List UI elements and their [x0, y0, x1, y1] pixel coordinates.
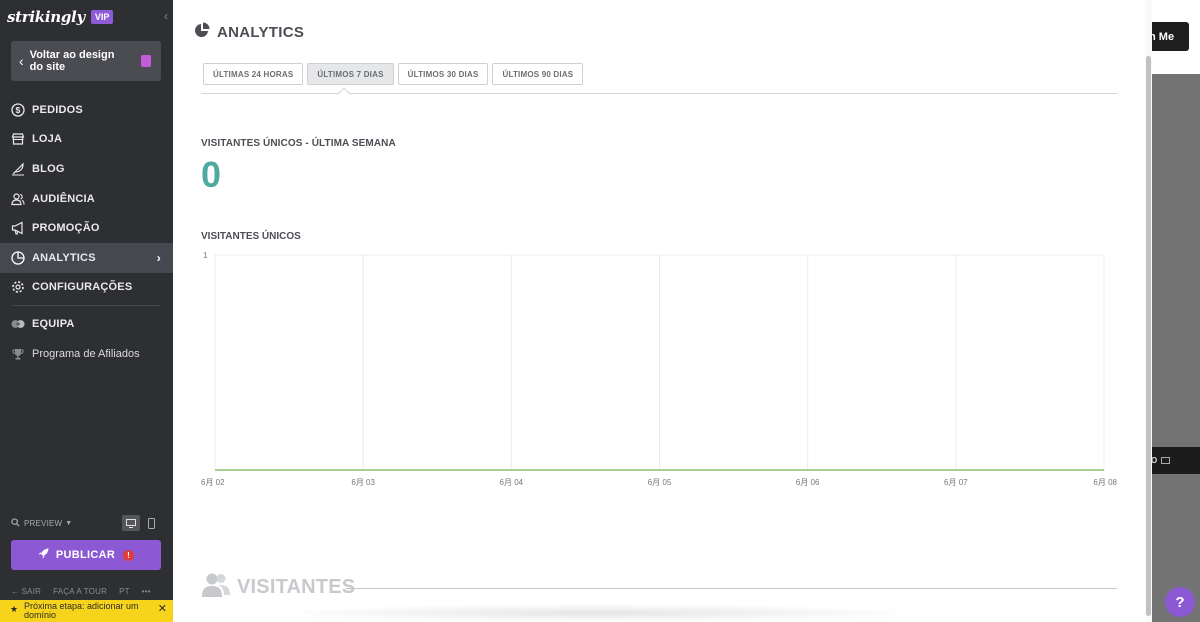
help-button[interactable]: ?: [1165, 587, 1195, 617]
mobile-preview-icon[interactable]: [142, 515, 160, 531]
sidebar-item-configuracoes[interactable]: CONFIGURAÇÕES: [0, 273, 173, 303]
chart-x-tick-label: 6月 04: [500, 478, 524, 487]
sidebar-nav: $ PEDIDOS LOJA BLOG AUDIÊNCIA PROMOÇÃO A…: [0, 95, 173, 368]
desktop-preview-icon[interactable]: [122, 515, 140, 531]
site-preview-backdrop: [1152, 0, 1200, 622]
pie-chart-icon: [194, 22, 217, 42]
chart-x-tick-label: 6月 06: [796, 478, 820, 487]
sidebar-item-afiliados[interactable]: Programa de Afiliados: [0, 339, 173, 369]
tab-24-hours[interactable]: ÚLTIMAS 24 HORAS: [203, 63, 304, 85]
chart-x-tick-label: 6月 02: [201, 478, 225, 487]
sidebar-item-pedidos[interactable]: $ PEDIDOS: [0, 95, 173, 125]
arrow-left-icon: ←: [11, 587, 20, 596]
dollar-circle-icon: $: [11, 103, 25, 117]
chart-x-tick-label: 6月 03: [351, 478, 375, 487]
active-tab-indicator: [338, 87, 350, 99]
feather-icon: [11, 162, 25, 176]
tour-link[interactable]: FAÇA A TOUR: [53, 587, 107, 596]
collapse-sidebar-icon[interactable]: ‹: [164, 9, 168, 23]
visitors-section-header: VISITANTES: [201, 572, 355, 603]
image-icon: [1161, 457, 1171, 464]
analytics-panel: ANALYTICS ÚLTIMAS 24 HORAS ÚLTIMOS 7 DIA…: [173, 0, 1150, 622]
sidebar-item-label: PROMOÇÃO: [32, 222, 100, 235]
sidebar-item-label: PEDIDOS: [32, 103, 83, 116]
unique-visitors-chart: 1 6月 02 6月 03 6月 04 6月 05 6月 06 6月 07 6月 08: [201, 251, 1118, 487]
caret-down-icon: ▼: [65, 519, 73, 527]
sidebar-item-label: BLOG: [32, 162, 65, 175]
visitors-section-divider: [346, 588, 1117, 589]
preview-dropdown[interactable]: PREVIEW: [24, 519, 62, 528]
language-link[interactable]: PT: [119, 587, 130, 596]
exit-link[interactable]: ← SAIR: [11, 587, 41, 596]
section-shadow: [273, 604, 923, 622]
tab-30-days[interactable]: ÚLTIMOS 30 DIAS: [397, 63, 489, 85]
unique-visitors-value: 0: [201, 154, 222, 195]
close-icon[interactable]: ✕: [158, 604, 167, 615]
publish-button[interactable]: PUBLICAR !: [11, 540, 161, 570]
next-step-label: Próxima etapa: adicionar um domínio: [24, 601, 139, 620]
star-icon: ★: [10, 604, 19, 614]
chevron-left-icon: ‹: [19, 53, 24, 69]
chart-x-tick-label: 6月 05: [648, 478, 672, 487]
visitors-section-title: VISITANTES: [237, 576, 356, 598]
svg-text:$: $: [16, 105, 21, 115]
site-thumbnail-icon: [141, 55, 151, 67]
sidebar-item-equipa[interactable]: EQUIPA: [0, 309, 173, 339]
tab-7-days[interactable]: ÚLTIMOS 7 DIAS: [307, 63, 394, 85]
warning-icon: !: [123, 549, 135, 561]
back-to-design-label: Voltar ao design do site: [29, 49, 115, 73]
trophy-icon: [11, 347, 25, 361]
more-menu-icon[interactable]: •••: [142, 587, 151, 596]
footer-links: ← SAIR FAÇA A TOUR PT •••: [11, 587, 166, 596]
date-range-tabs: ÚLTIMAS 24 HORAS ÚLTIMOS 7 DIAS ÚLTIMOS …: [203, 63, 584, 85]
megaphone-icon: [11, 221, 25, 235]
sidebar-header: strikingly VIP ‹: [0, 0, 173, 33]
publish-label: PUBLICAR: [55, 549, 116, 561]
tab-90-days[interactable]: ÚLTIMOS 90 DIAS: [492, 63, 584, 85]
next-step-banner[interactable]: ★ Próxima etapa: adicionar um domínio ✕: [0, 600, 173, 622]
people-icon: [11, 192, 25, 206]
sidebar-item-label: LOJA: [32, 133, 63, 146]
gear-icon: [11, 280, 25, 294]
users-icon: [201, 572, 231, 603]
sidebar-footer: PREVIEW ▼ PUBLICAR ! ← SAIR FAÇA A TOUR …: [0, 512, 173, 622]
chart-x-tick-label: 6月 07: [944, 478, 968, 487]
sidebar-item-label: CONFIGURAÇÕES: [32, 281, 133, 294]
store-icon: [11, 132, 25, 146]
scrollbar-thumb[interactable]: [1146, 56, 1151, 616]
exit-label: SAIR: [21, 587, 42, 596]
sidebar-item-label: Programa de Afiliados: [32, 347, 140, 360]
sidebar-item-analytics[interactable]: ANALYTICS ›: [0, 242, 173, 273]
team-icon: [11, 317, 25, 331]
sidebar-item-loja[interactable]: LOJA: [0, 125, 173, 155]
chart-x-tick-label: 6月 08: [1093, 478, 1117, 487]
site-preview-dark-bar: O: [1145, 447, 1200, 474]
logo[interactable]: strikingly: [7, 8, 85, 26]
search-icon: [11, 517, 20, 529]
chart-y-tick-label: 1: [203, 251, 208, 260]
sidebar-item-audiencia[interactable]: AUDIÊNCIA: [0, 184, 173, 214]
sidebar-item-blog[interactable]: BLOG: [0, 154, 173, 184]
page-title-text: ANALYTICS: [217, 23, 305, 41]
chevron-right-icon: ›: [156, 250, 161, 265]
vip-badge: VIP: [90, 9, 114, 24]
sidebar-item-label: EQUIPA: [32, 317, 75, 330]
sidebar-item-label: ANALYTICS: [32, 251, 96, 264]
pie-chart-icon: [11, 251, 25, 265]
preview-row: PREVIEW ▼: [0, 512, 173, 534]
sidebar-item-promocao[interactable]: PROMOÇÃO: [0, 213, 173, 243]
rocket-icon: [38, 548, 49, 562]
sidebar: strikingly VIP ‹ ‹ Voltar ao design do s…: [0, 0, 173, 622]
back-to-design-button[interactable]: ‹ Voltar ao design do site: [11, 41, 161, 81]
unique-visitors-title: VISITANTES ÚNICOS - ÚLTIMA SEMANA: [201, 138, 396, 149]
page-title: ANALYTICS: [194, 22, 304, 42]
sidebar-item-label: AUDIÊNCIA: [32, 192, 95, 205]
nav-divider: [12, 305, 161, 307]
